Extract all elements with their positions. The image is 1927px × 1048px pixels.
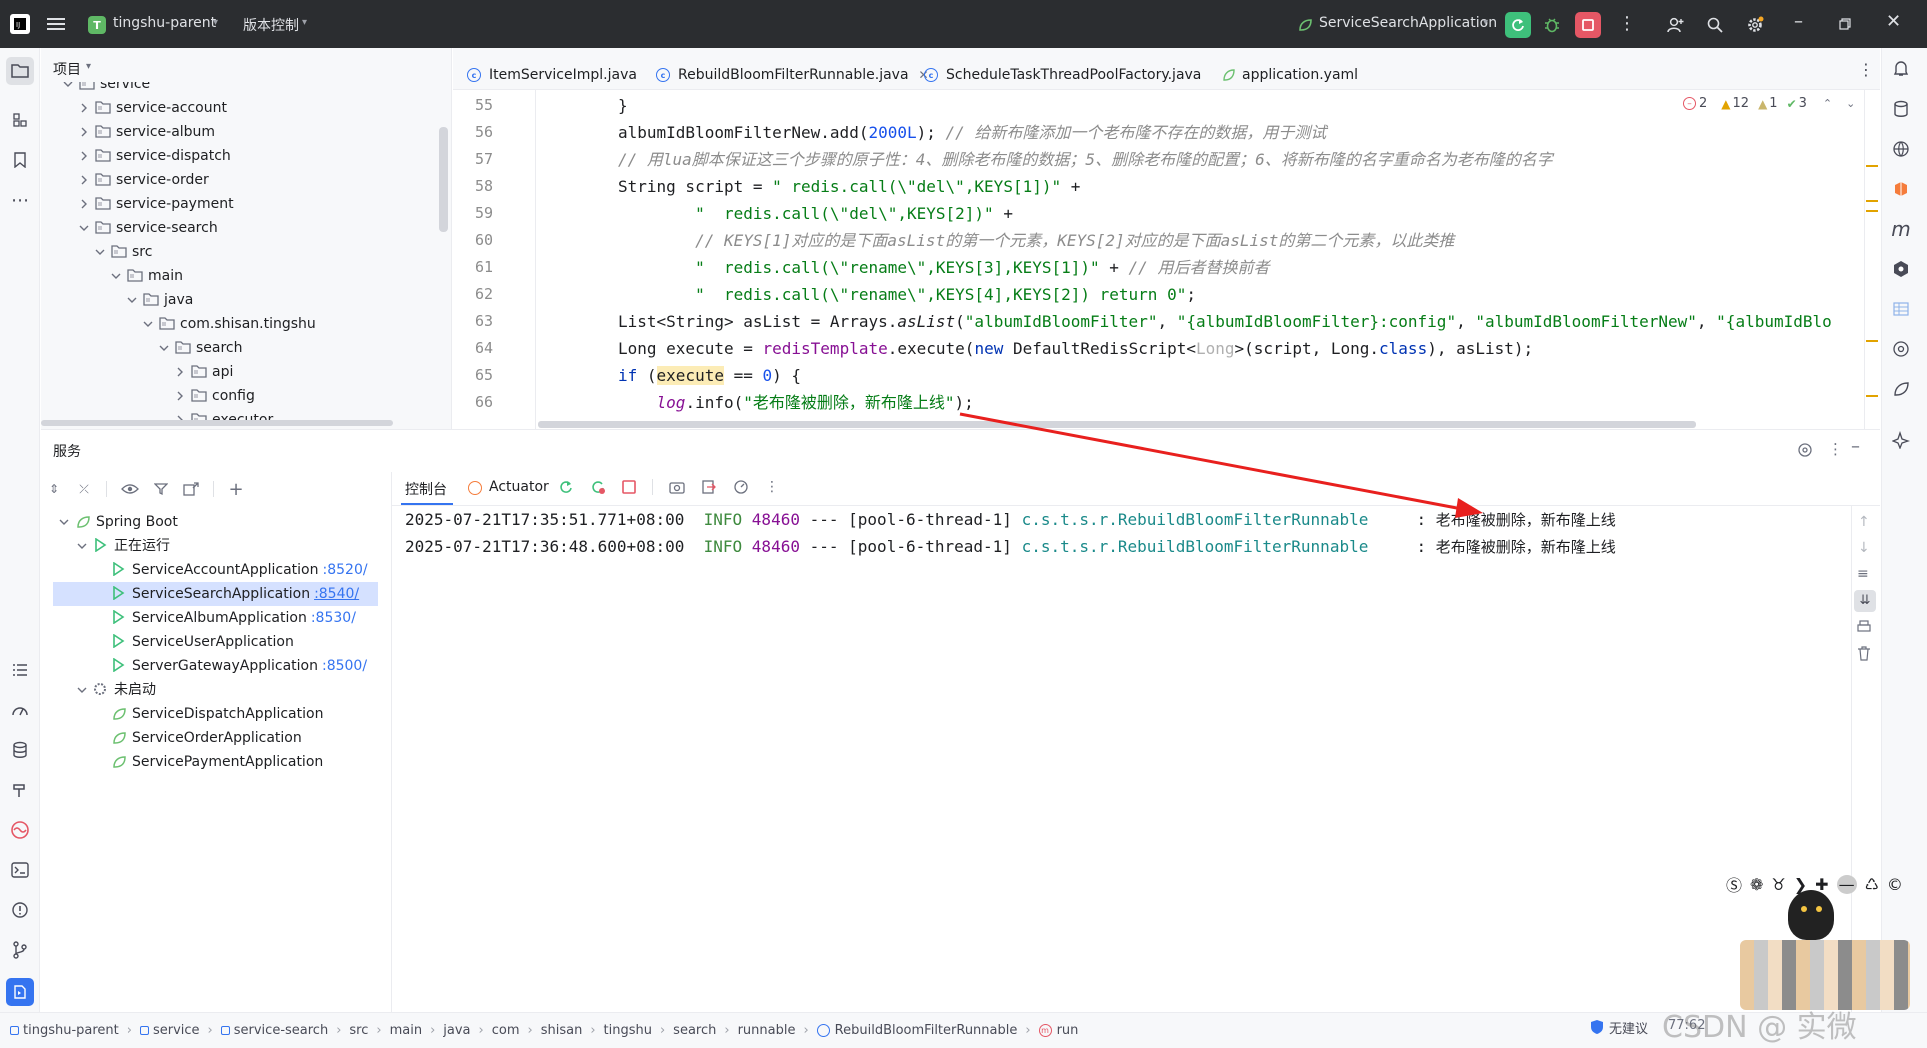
breadcrumb-item[interactable]: tingshu-parent [23, 1023, 119, 1038]
breadcrumb-item[interactable]: java [443, 1023, 470, 1038]
breadcrumb-item[interactable]: run [1057, 1023, 1079, 1038]
float-icon[interactable]: Ⓢ [1726, 872, 1742, 896]
breadcrumb-separator: › [659, 1022, 666, 1038]
breadcrumb-item[interactable]: RebuildBloomFilterRunnable [835, 1023, 1018, 1038]
csdn-watermark: CSDN @ 实微 [1662, 1010, 1857, 1045]
breadcrumb: tingshu-parent › service › service-search › sr… [10, 1020, 1078, 1040]
package-icon [10, 1025, 19, 1035]
sticker-black-cat [1788, 890, 1834, 940]
breadcrumb-item[interactable]: main [390, 1023, 422, 1038]
breadcrumb-separator: › [126, 1022, 132, 1038]
breadcrumb-item[interactable]: com [492, 1023, 520, 1038]
float-icon[interactable]: — [1836, 874, 1857, 894]
breadcrumb-separator: › [590, 1022, 596, 1038]
breadcrumb-separator: › [376, 1022, 382, 1038]
float-icon[interactable]: ♺ [1865, 875, 1879, 894]
breadcrumb-separator: › [1025, 1022, 1031, 1038]
sticker-eye [1816, 906, 1822, 912]
float-icon[interactable]: © [1887, 875, 1903, 894]
breadcrumb-separator: › [803, 1022, 809, 1038]
shield-icon [1590, 1019, 1604, 1035]
sticker-cats [1740, 940, 1910, 1010]
floating-toolbar: Ⓢ ❁ ♉ ❯ ✚ — ♺ © [1726, 872, 1903, 896]
breadcrumb-separator: › [724, 1022, 730, 1038]
breadcrumb-item[interactable]: tingshu [604, 1023, 652, 1038]
java-class-icon [816, 1023, 830, 1037]
package-icon [139, 1025, 149, 1035]
breadcrumb-item[interactable]: search [673, 1023, 716, 1038]
float-icon[interactable]: ❁ [1750, 875, 1763, 894]
breadcrumb-separator: › [478, 1022, 484, 1038]
breadcrumb-item[interactable]: runnable [738, 1023, 796, 1038]
arrow-head [1455, 498, 1483, 518]
float-icon[interactable]: ✚ [1815, 875, 1828, 894]
annotation-arrow [959, 412, 1483, 518]
breadcrumb-item[interactable]: service-search [234, 1023, 328, 1038]
breadcrumb-item[interactable]: src [349, 1023, 368, 1038]
float-icon[interactable]: ❯ [1794, 875, 1807, 894]
float-icon[interactable]: ♉ [1771, 875, 1785, 894]
arrow-shaft [959, 412, 1463, 511]
breadcrumb-separator: › [207, 1022, 213, 1038]
breadcrumb-separator: › [336, 1022, 342, 1038]
method-icon: m [1038, 1023, 1052, 1037]
breadcrumb-separator: › [430, 1022, 436, 1038]
sticker-eye [1801, 906, 1807, 912]
suggestion-status[interactable]: 无建议 [1609, 1018, 1648, 1037]
breadcrumb-item[interactable]: shisan [541, 1023, 583, 1038]
breadcrumb-separator: › [527, 1022, 533, 1038]
breadcrumb-item[interactable]: service [153, 1023, 200, 1038]
package-icon [220, 1025, 230, 1035]
